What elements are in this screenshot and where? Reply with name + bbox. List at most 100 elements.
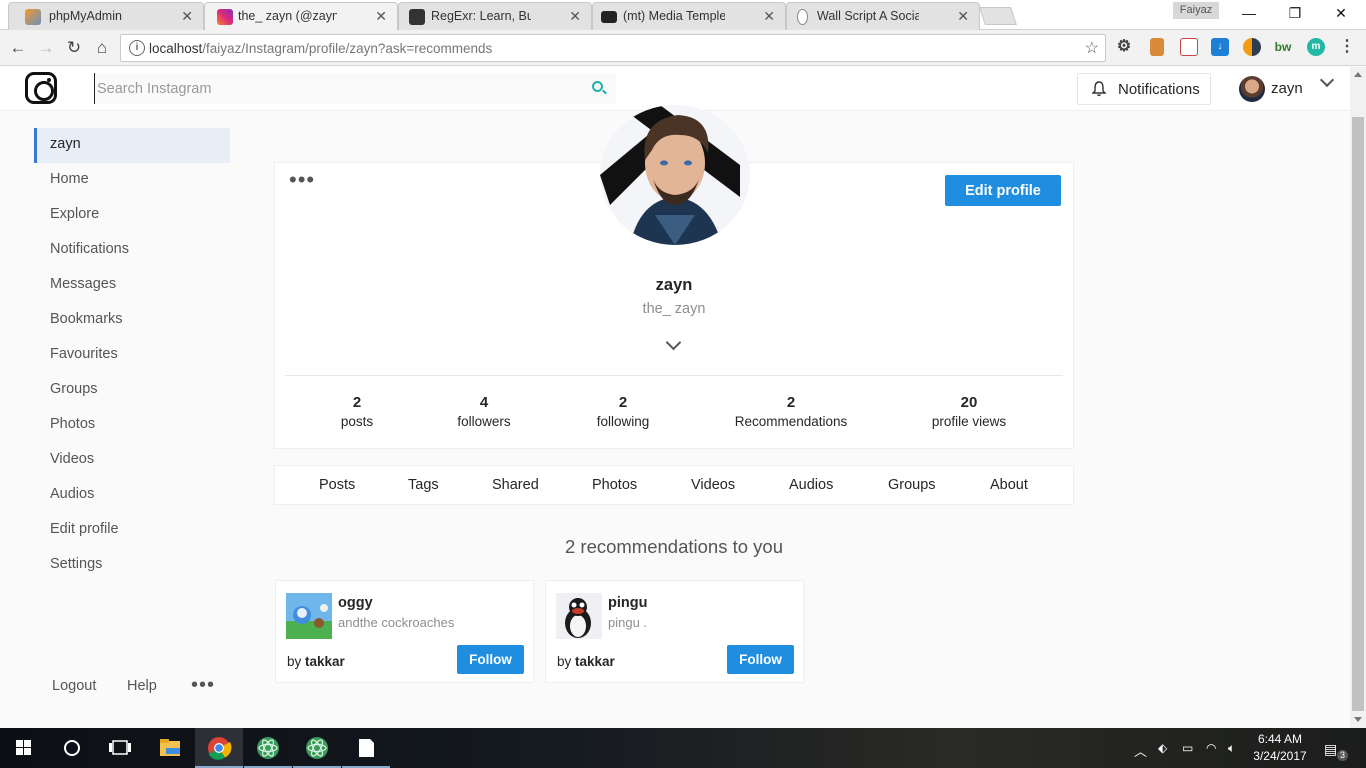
help-link[interactable]: Help <box>127 678 157 694</box>
browser-profile-chip[interactable]: Faiyaz <box>1173 2 1219 19</box>
download-icon[interactable]: ↓ <box>1211 38 1229 56</box>
bookmark-star-icon[interactable]: ☆ <box>1085 38 1099 58</box>
logout-link[interactable]: Logout <box>52 678 96 694</box>
chrome-taskbar-icon[interactable] <box>195 728 243 768</box>
stat-posts[interactable]: 2 posts <box>287 394 427 429</box>
browser-tab-mediatemple[interactable]: (mt) Media Temple - Support ✕ <box>592 2 786 30</box>
sidebar-item-edit-profile[interactable]: Edit profile <box>34 513 230 548</box>
extension-half-circle-icon[interactable] <box>1243 38 1261 56</box>
user-menu-button[interactable]: zayn <box>1235 73 1311 105</box>
task-view-icon[interactable] <box>96 728 144 768</box>
back-arrow-icon[interactable]: ← <box>6 36 30 60</box>
close-icon[interactable]: ✕ <box>957 3 969 29</box>
address-bar[interactable]: i localhost/faiyaz/Instagram/profile/zay… <box>120 34 1106 62</box>
scroll-up-icon[interactable] <box>1354 72 1362 77</box>
tab-tags[interactable]: Tags <box>408 477 439 493</box>
sidebar-item-profile[interactable]: zayn <box>34 128 230 163</box>
stat-following[interactable]: 2 following <box>553 394 693 429</box>
sidebar-item-notifications[interactable]: Notifications <box>34 233 230 268</box>
more-dots-icon[interactable]: ••• <box>191 675 215 695</box>
recommended-by-prefix: by <box>557 654 572 669</box>
profile-picture[interactable] <box>600 105 750 245</box>
atom-taskbar-icon[interactable] <box>244 728 292 768</box>
info-icon[interactable]: i <box>129 40 145 56</box>
extension-m-icon[interactable]: m <box>1307 38 1325 56</box>
sidebar-item-favourites[interactable]: Favourites <box>34 338 230 373</box>
wifi-icon[interactable]: ◠ <box>1206 741 1216 755</box>
follow-button[interactable]: Follow <box>727 645 794 674</box>
close-icon[interactable]: ✕ <box>375 3 387 29</box>
sidebar-item-settings[interactable]: Settings <box>34 548 230 583</box>
stat-recommendations[interactable]: 2 Recommendations <box>721 394 861 429</box>
clock-date: 3/24/2017 <box>1253 749 1307 763</box>
tab-shared[interactable]: Shared <box>492 477 539 493</box>
close-icon[interactable]: ✕ <box>181 3 193 29</box>
cortana-search-icon[interactable] <box>48 728 96 768</box>
minimize-icon[interactable]: — <box>1226 0 1272 28</box>
restore-icon[interactable]: ❐ <box>1272 0 1318 28</box>
sidebar-item-home[interactable]: Home <box>34 163 230 198</box>
stat-followers[interactable]: 4 followers <box>414 394 554 429</box>
sidebar-item-photos[interactable]: Photos <box>34 408 230 443</box>
recommended-by: by takkar <box>557 654 615 669</box>
recommended-by-user[interactable]: takkar <box>305 654 345 669</box>
home-icon[interactable]: ⌂ <box>90 36 114 60</box>
sidebar-item-explore[interactable]: Explore <box>34 198 230 233</box>
extension-hammer-icon[interactable] <box>1150 38 1164 56</box>
tab-posts[interactable]: Posts <box>319 477 355 493</box>
tab-photos[interactable]: Photos <box>592 477 637 493</box>
close-icon[interactable]: ✕ <box>763 3 775 29</box>
close-icon[interactable]: ✕ <box>569 3 581 29</box>
scroll-down-icon[interactable] <box>1354 717 1362 722</box>
volume-icon[interactable]: 🔈︎ <box>1228 741 1235 756</box>
dropbox-tray-icon[interactable]: ⬖ <box>1158 741 1167 755</box>
search-input[interactable] <box>94 73 584 104</box>
tab-about[interactable]: About <box>990 477 1028 493</box>
notifications-button[interactable]: Notifications <box>1077 73 1211 105</box>
tab-videos[interactable]: Videos <box>691 477 735 493</box>
action-center-icon[interactable]: ▤ <box>1324 741 1337 758</box>
page-scrollbar[interactable] <box>1350 67 1366 728</box>
scroll-thumb[interactable] <box>1352 117 1364 711</box>
reload-icon[interactable]: ↻ <box>62 36 86 60</box>
recommendation-thumbnail[interactable] <box>286 593 332 639</box>
extension-window-icon[interactable] <box>1180 38 1198 56</box>
search-icon[interactable] <box>592 81 603 92</box>
forward-arrow-icon[interactable]: → <box>34 36 58 60</box>
browser-tab-regexr[interactable]: RegExr: Learn, Build, & Test RegEx ✕ <box>398 2 592 30</box>
more-options-icon[interactable]: ••• <box>289 169 315 191</box>
recommendation-name[interactable]: oggy <box>338 595 373 611</box>
recommendation-name[interactable]: pingu <box>608 595 647 611</box>
file-explorer-icon[interactable] <box>146 728 194 768</box>
edit-profile-button[interactable]: Edit profile <box>945 175 1061 206</box>
notepad-taskbar-icon[interactable] <box>342 728 390 768</box>
sidebar-item-bookmarks[interactable]: Bookmarks <box>34 303 230 338</box>
show-hidden-icons-icon[interactable]: ︿ <box>1134 741 1147 760</box>
browser-tab-phpmyadmin[interactable]: phpMyAdmin ✕ <box>8 2 204 30</box>
new-tab-button[interactable] <box>979 7 1017 25</box>
instagram-logo-icon[interactable] <box>25 72 57 104</box>
browser-tab-wallscript[interactable]: Wall Script A Social Network ✕ <box>786 2 980 30</box>
recommendation-thumbnail[interactable] <box>556 593 602 639</box>
browser-tab-instagram[interactable]: the_ zayn (@zayn) | Instagram ✕ <box>204 2 398 30</box>
tab-audios[interactable]: Audios <box>789 477 833 493</box>
recommended-by-user[interactable]: takkar <box>575 654 615 669</box>
tab-title: Wall Script A Social Network <box>817 9 919 23</box>
sidebar-item-messages[interactable]: Messages <box>34 268 230 303</box>
windows-start-icon[interactable] <box>0 728 48 768</box>
stat-label: Recommendations <box>734 414 848 429</box>
close-window-icon[interactable]: ✕ <box>1318 0 1364 28</box>
oggy-thumbnail-image <box>286 593 332 639</box>
extension-bw-icon[interactable]: bw <box>1274 38 1292 56</box>
settings-gear-icon[interactable]: ⚙ <box>1115 38 1133 56</box>
chrome-menu-icon[interactable]: ⋮ <box>1338 38 1356 56</box>
stat-profile-views[interactable]: 20 profile views <box>899 394 1039 429</box>
follow-button[interactable]: Follow <box>457 645 524 674</box>
sidebar-item-groups[interactable]: Groups <box>34 373 230 408</box>
taskbar-clock[interactable]: 6:44 AM 3/24/2017 <box>1250 731 1310 765</box>
battery-icon[interactable]: ▭ <box>1182 741 1193 755</box>
atom-taskbar-icon[interactable] <box>293 728 341 768</box>
sidebar-item-videos[interactable]: Videos <box>34 443 230 478</box>
tab-groups[interactable]: Groups <box>888 477 936 493</box>
sidebar-item-audios[interactable]: Audios <box>34 478 230 513</box>
